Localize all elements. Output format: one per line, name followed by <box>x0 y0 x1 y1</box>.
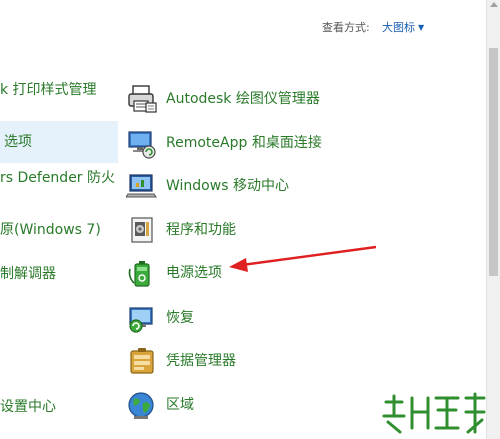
item-label: Autodesk 绘图仪管理器 <box>166 91 320 107</box>
printer-manager-icon <box>128 85 157 113</box>
item-credential-manager[interactable]: 凭据管理器 <box>126 341 426 381</box>
item-label: 凭据管理器 <box>166 353 236 369</box>
item-windows-mobility-center[interactable]: Windows 移动中心 <box>126 166 426 206</box>
view-by-value: 大图标 <box>382 21 415 34</box>
item-autodesk-plotter-manager[interactable]: Autodesk 绘图仪管理器 <box>126 79 426 119</box>
region-globe-icon <box>128 392 154 419</box>
view-by-dropdown[interactable]: 大图标 ▼ <box>382 19 424 35</box>
remote-desktop-icon <box>128 131 156 159</box>
recovery-icon <box>129 307 153 333</box>
left-item-phone-modem[interactable]: 制解调器 <box>0 253 118 295</box>
left-item-label: 设置中心 <box>0 399 56 415</box>
view-by-label: 查看方式: <box>322 21 370 34</box>
left-item-label: 制解调器 <box>0 266 56 282</box>
power-options-icon <box>128 261 150 287</box>
item-label: 程序和功能 <box>166 222 236 238</box>
item-recovery[interactable]: 恢复 <box>126 298 426 338</box>
item-label: 区域 <box>166 397 194 413</box>
left-item-label: 选项 <box>4 134 32 150</box>
item-label: RemoteApp 和桌面连接 <box>166 135 322 151</box>
view-toolbar: 查看方式: 大图标 ▼ <box>0 0 486 48</box>
watermark-logo <box>382 392 486 434</box>
left-item-label: 原(Windows 7) <box>0 222 101 238</box>
chevron-down-icon: ▼ <box>418 23 425 32</box>
left-item-clipped-2[interactable] <box>0 342 118 384</box>
left-item-windows-defender-firewall[interactable]: rs Defender 防火 <box>0 157 118 199</box>
item-label: 电源选项 <box>166 265 222 281</box>
left-item-label: rs Defender 防火 <box>0 170 116 186</box>
item-label: 恢复 <box>166 310 194 326</box>
scroll-thumb[interactable] <box>489 48 498 276</box>
left-item-clipped-1[interactable] <box>0 298 118 340</box>
item-power-options[interactable]: 电源选项 <box>126 253 426 293</box>
credential-manager-icon <box>130 348 154 374</box>
item-remoteapp-desktop[interactable]: RemoteApp 和桌面连接 <box>126 123 426 163</box>
vertical-scrollbar[interactable] <box>486 0 500 439</box>
left-item-autodesk-plot-style[interactable]: k 打印样式管理 <box>0 69 118 111</box>
programs-features-icon <box>131 217 153 243</box>
scroll-up-arrow-icon[interactable] <box>490 2 498 7</box>
item-label: Windows 移动中心 <box>166 178 289 194</box>
control-panel-items: k 打印样式管理 选项 rs Defender 防火 原(Windows 7) … <box>0 60 486 439</box>
left-item-backup-restore[interactable]: 原(Windows 7) <box>0 209 118 251</box>
item-programs-and-features[interactable]: 程序和功能 <box>126 210 426 250</box>
mobility-center-icon <box>126 174 157 198</box>
left-item-settings-center[interactable]: 设置中心 <box>0 386 118 428</box>
left-item-label: k 打印样式管理 <box>0 82 97 98</box>
